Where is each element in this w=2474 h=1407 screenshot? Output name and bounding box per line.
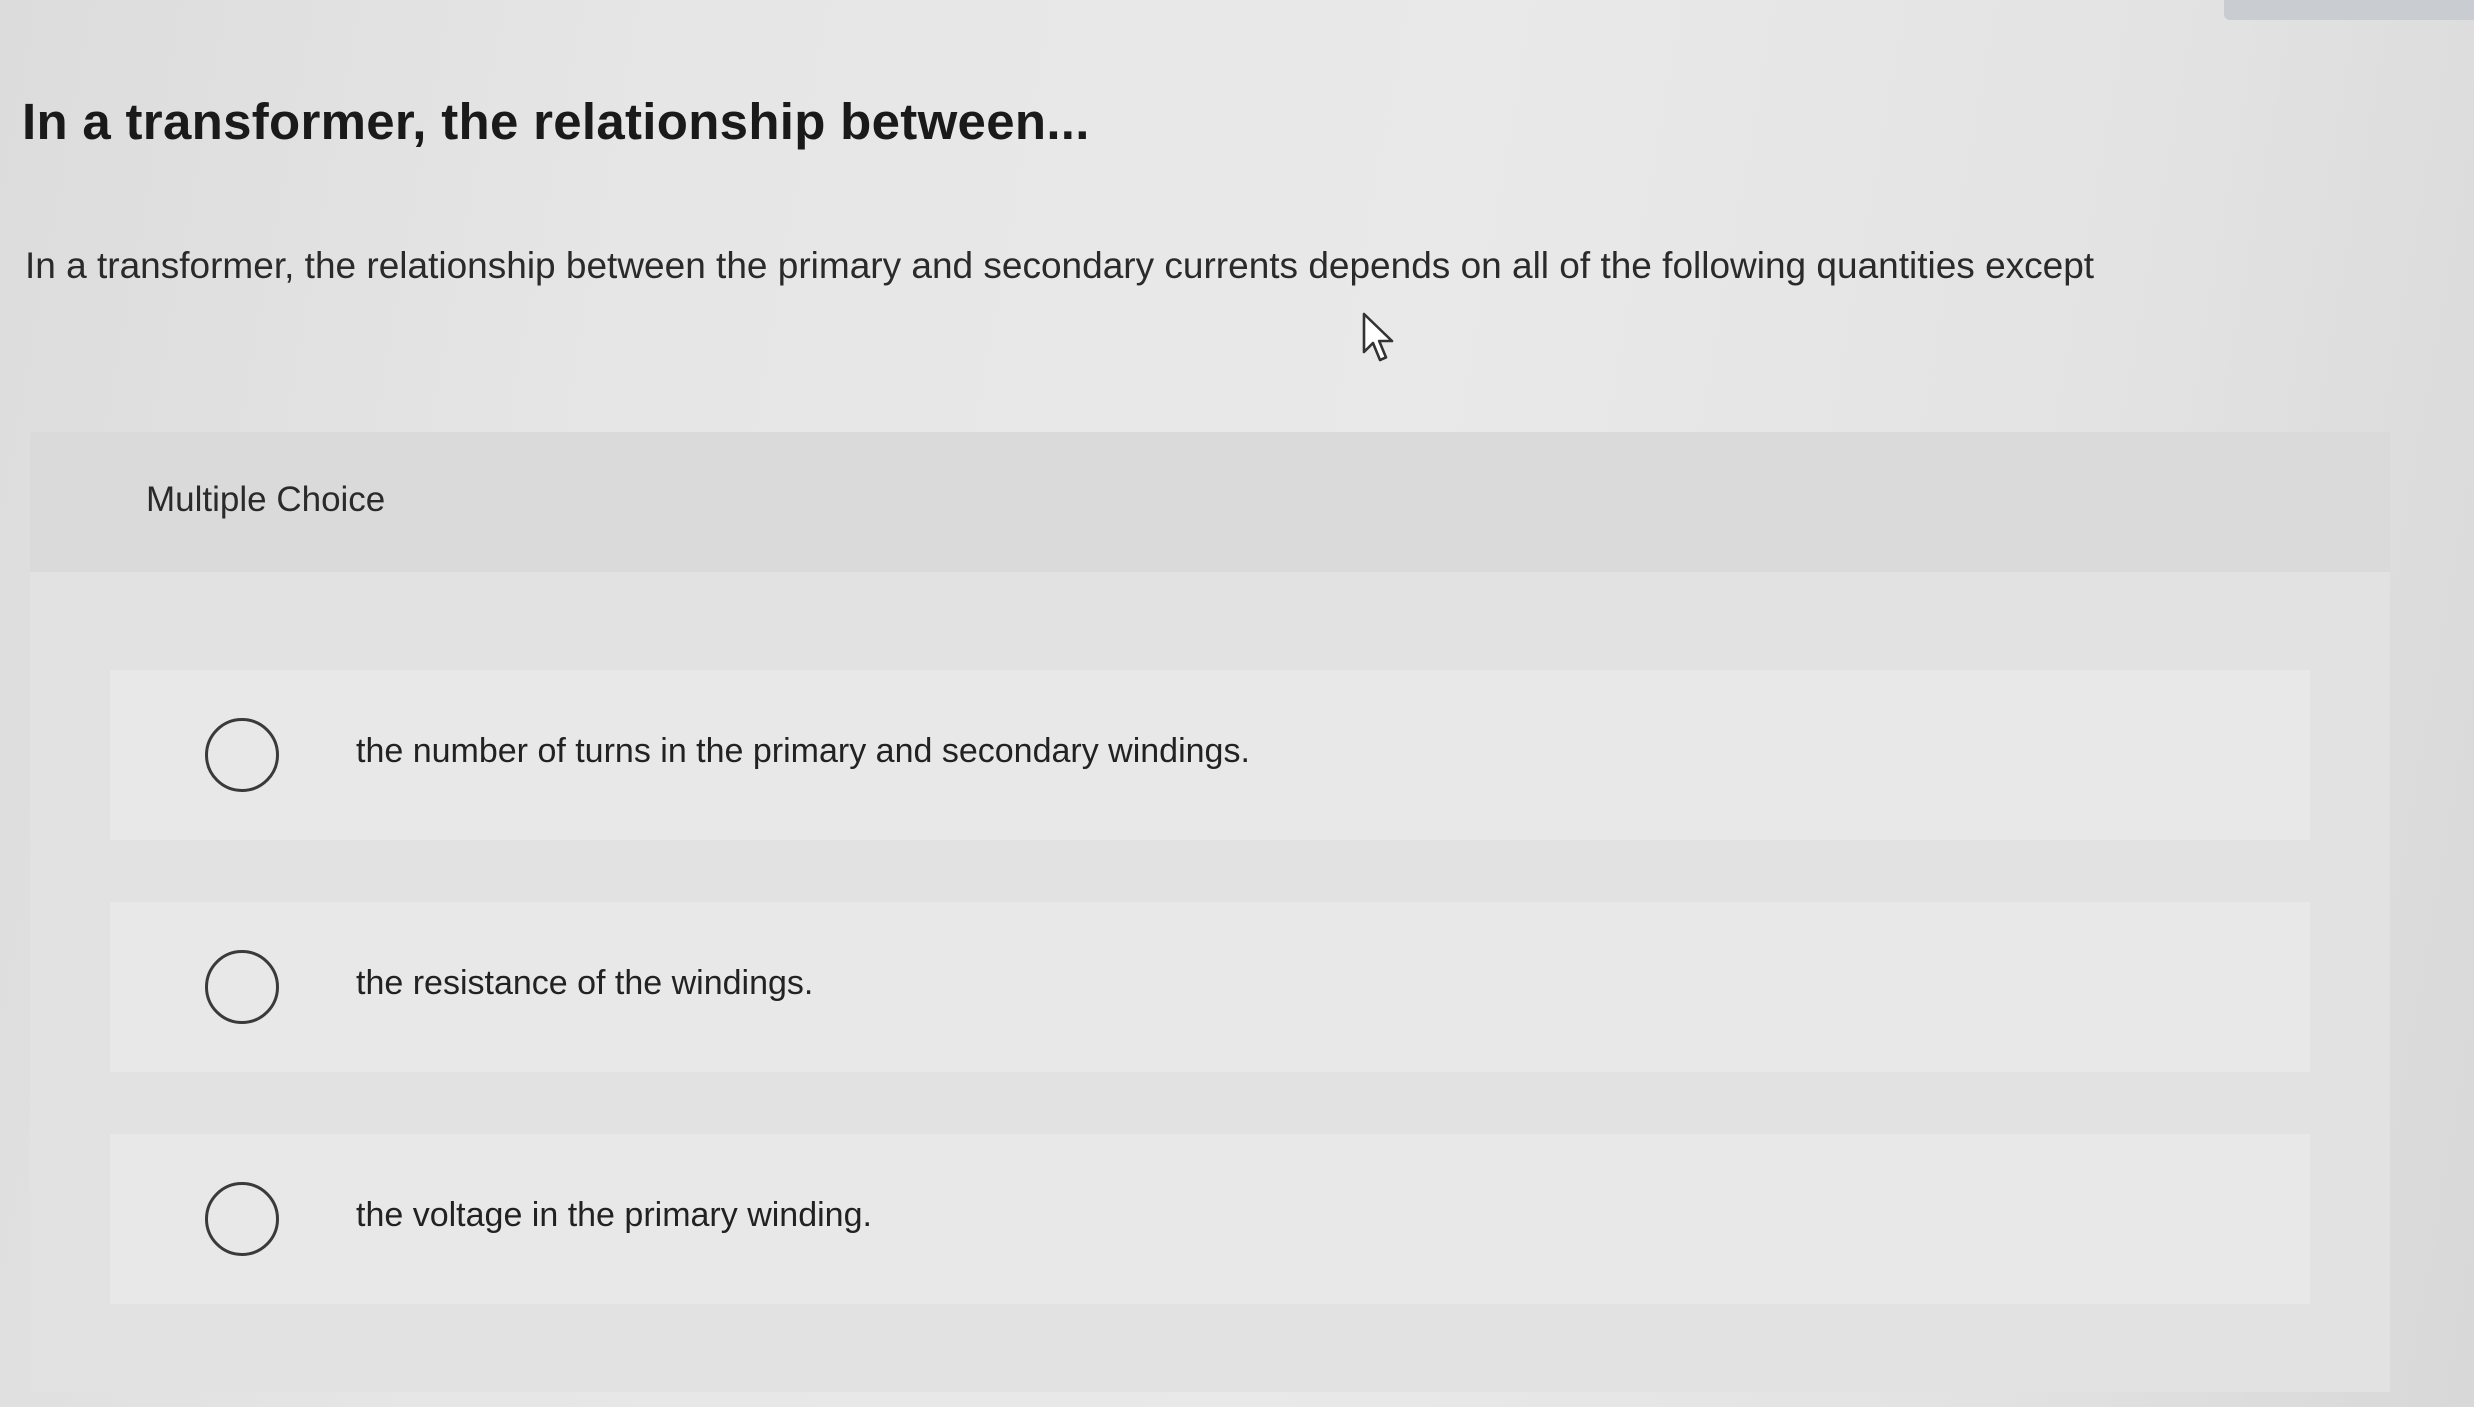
answer-option-2[interactable]: the resistance of the windings. <box>110 902 2310 1072</box>
radio-button[interactable] <box>205 950 279 1024</box>
question-prompt: In a transformer, the relationship betwe… <box>25 245 2095 286</box>
multiple-choice-header: Multiple Choice <box>30 432 2390 572</box>
answer-option-text: the voltage in the primary winding. <box>356 1196 872 1234</box>
mouse-pointer-icon <box>1362 312 1394 362</box>
multiple-choice-label: Multiple Choice <box>146 480 386 519</box>
answer-option-text: the resistance of the windings. <box>356 964 814 1002</box>
top-right-strip <box>2224 0 2474 20</box>
answer-option-1[interactable]: the number of turns in the primary and s… <box>110 670 2310 840</box>
multiple-choice-panel: Multiple Choice the number of turns in t… <box>30 432 2390 1392</box>
radio-button[interactable] <box>205 718 279 792</box>
question-title: In a transformer, the relationship betwe… <box>22 93 1090 150</box>
radio-button[interactable] <box>205 1182 279 1256</box>
answer-option-3[interactable]: the voltage in the primary winding. <box>110 1134 2310 1304</box>
answer-option-text: the number of turns in the primary and s… <box>356 732 1250 770</box>
